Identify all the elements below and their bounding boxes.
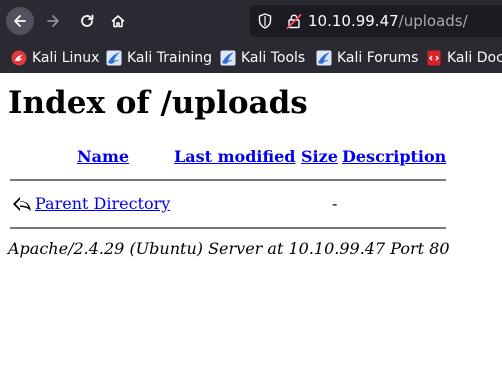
url-host: 10.10.99.47 [308, 12, 399, 30]
bookmark-kali-forums[interactable]: Kali Forums [316, 49, 418, 67]
back-button[interactable] [6, 7, 34, 35]
browser-toolbar: 10.10.99.47/uploads/ [0, 0, 502, 42]
bookmarks-bar: Kali Linux Kali Training Kali Tools Kali… [0, 42, 502, 73]
home-button[interactable] [104, 7, 132, 35]
kali-dragon-favicon [220, 50, 236, 66]
kali-docs-favicon [427, 50, 441, 66]
url-text[interactable]: 10.10.99.47/uploads/ [308, 12, 468, 30]
bookmark-kali-linux[interactable]: Kali Linux [11, 49, 99, 67]
home-icon [111, 15, 125, 28]
page-title: Index of /uploads [8, 85, 308, 121]
divider [10, 227, 446, 229]
column-header-name[interactable]: Name [77, 147, 129, 167]
bookmark-label: Kali Linux [32, 50, 100, 66]
divider [10, 179, 446, 181]
bookmark-kali-docs[interactable]: Kali Docs [426, 49, 502, 67]
url-path: /uploads/ [398, 12, 468, 30]
kali-dragon-favicon [106, 50, 122, 66]
shield-icon[interactable] [258, 13, 272, 29]
bookmark-label: Kali Training [127, 50, 212, 66]
page-content: Index of /uploads Name Last modified Siz… [0, 73, 502, 375]
column-header-last-modified[interactable]: Last modified [174, 147, 295, 167]
bookmark-label: Kali Forums [337, 50, 419, 66]
column-header-size[interactable]: Size [301, 147, 338, 167]
back-arrow-icon [13, 197, 31, 211]
kali-linux-favicon [11, 50, 27, 66]
server-signature: Apache/2.4.29 (Ubuntu) Server at 10.10.9… [8, 239, 450, 258]
bookmark-kali-tools[interactable]: Kali Tools [220, 49, 305, 67]
bookmark-label: Kali Tools [241, 50, 306, 66]
forward-button[interactable] [39, 7, 67, 35]
column-header-description[interactable]: Description [342, 147, 446, 167]
back-icon [14, 15, 26, 27]
reload-button[interactable] [73, 7, 101, 35]
address-bar[interactable]: 10.10.99.47/uploads/ [250, 5, 502, 37]
reload-icon [81, 14, 94, 27]
insecure-lock-icon[interactable] [286, 13, 302, 29]
bookmark-label: Kali Docs [447, 50, 502, 66]
parent-directory-link[interactable]: Parent Directory [35, 194, 170, 214]
forward-icon [47, 15, 59, 27]
kali-dragon-favicon [316, 50, 332, 66]
bookmark-kali-training[interactable]: Kali Training [106, 49, 212, 67]
size-value: - [332, 194, 338, 213]
